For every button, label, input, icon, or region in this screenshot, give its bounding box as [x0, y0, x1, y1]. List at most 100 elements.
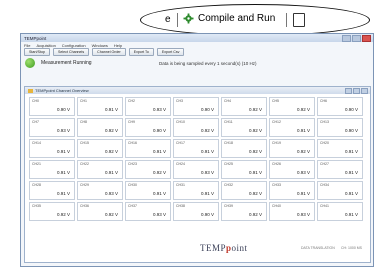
prev-item-text: e: [165, 14, 171, 25]
channel-cell: CH18 0.92 V: [221, 139, 267, 158]
channel-value: 0.92 V: [296, 107, 310, 112]
channel-cell: CH20 0.91 V: [317, 139, 363, 158]
channel-label: CH16: [128, 141, 137, 145]
channel-label: CH9: [128, 120, 136, 124]
channel-cell: CH7 0.93 V: [29, 118, 75, 137]
compile-run-label: Compile and Run: [198, 13, 276, 24]
channel-value: 0.93 V: [296, 212, 310, 217]
maximize-button[interactable]: [352, 34, 361, 42]
menu-configuration[interactable]: Configuration: [62, 43, 86, 48]
channel-label: CH24: [176, 162, 185, 166]
channel-label: CH36: [80, 204, 89, 208]
channel-label: CH21: [32, 162, 41, 166]
menu-help[interactable]: Help: [114, 43, 122, 48]
channel-value: 0.91 V: [104, 107, 118, 112]
channel-value: 0.92 V: [200, 128, 214, 133]
start-stop-button[interactable]: Start/Stop: [24, 48, 50, 56]
channel-label: CH35: [32, 204, 41, 208]
channel-cell: CH28 0.91 V: [29, 181, 75, 200]
separator: [177, 13, 178, 27]
channel-label: CH23: [128, 162, 137, 166]
channel-label: CH20: [320, 141, 329, 145]
channel-value: 0.91 V: [344, 170, 358, 175]
channel-cell: CH33 0.91 V: [269, 181, 315, 200]
channel-label: CH37: [128, 204, 137, 208]
channel-cell: CH3 0.90 V: [173, 97, 219, 116]
channel-label: CH15: [80, 141, 89, 145]
channel-value: 0.91 V: [344, 191, 358, 196]
minimize-button[interactable]: [342, 34, 351, 42]
app-window: TEMPpoint File Acquisition Configuration…: [20, 33, 374, 267]
channel-cell: CH9 0.90 V: [125, 118, 171, 137]
channel-label: CH34: [320, 183, 329, 187]
channel-cell: CH41 0.91 V: [317, 202, 363, 221]
title-bar: TEMPpoint: [21, 34, 373, 42]
channel-cell: CH12 0.91 V: [269, 118, 315, 137]
export-csv-button[interactable]: Export Csv: [156, 48, 185, 56]
channel-label: CH40: [272, 204, 281, 208]
channel-label: CH8: [80, 120, 88, 124]
channel-panel: TEMPpoint Channel Overview CH0 0.90 V CH1 0…: [24, 86, 371, 263]
channel-value: 0.90 V: [200, 212, 214, 217]
channel-cell: CH21 0.91 V: [29, 160, 75, 179]
channel-cell: CH10 0.92 V: [173, 118, 219, 137]
channel-value: 0.92 V: [248, 128, 262, 133]
channel-cell: CH19 0.92 V: [269, 139, 315, 158]
panel-header: TEMPpoint Channel Overview: [25, 87, 370, 94]
toolbar: Start/Stop Select Channels Channel Order…: [21, 48, 373, 56]
channel-label: CH0: [32, 99, 40, 103]
channel-cell: CH38 0.90 V: [173, 202, 219, 221]
channel-value: 0.92 V: [104, 128, 118, 133]
channel-label: CH12: [272, 120, 281, 124]
channel-label: CH4: [224, 99, 232, 103]
channel-cell: CH23 0.92 V: [125, 160, 171, 179]
channel-value: 0.91 V: [152, 149, 166, 154]
close-button[interactable]: [362, 34, 371, 42]
channel-label: CH13: [320, 120, 329, 124]
channel-value: 0.93 V: [152, 107, 166, 112]
channel-value: 0.92 V: [296, 149, 310, 154]
channel-cell: CH6 0.90 V: [317, 97, 363, 116]
select-channels-button[interactable]: Select Channels: [52, 48, 90, 56]
channel-value: 0.91 V: [152, 191, 166, 196]
channel-value: 0.90 V: [344, 128, 358, 133]
compile-run-button[interactable]: Compile and Run: [183, 13, 275, 24]
export-to-button[interactable]: Export To: [128, 48, 154, 56]
channel-value: 0.92 V: [248, 149, 262, 154]
channel-cell: CH29 0.93 V: [77, 181, 123, 200]
channel-cell: CH34 0.91 V: [317, 181, 363, 200]
channel-value: 0.90 V: [200, 107, 214, 112]
channel-cell: CH40 0.93 V: [269, 202, 315, 221]
channel-label: CH38: [176, 204, 185, 208]
menu-acquisition[interactable]: Acquisition: [36, 43, 55, 48]
channel-value: 0.92 V: [56, 212, 70, 217]
channel-label: CH2: [128, 99, 136, 103]
channel-label: CH32: [224, 183, 233, 187]
channel-label: CH41: [320, 204, 329, 208]
panel-maximize-button[interactable]: [353, 87, 360, 94]
channel-cell: CH26 0.93 V: [269, 160, 315, 179]
channel-value: 0.90 V: [152, 128, 166, 133]
channel-cell: CH11 0.92 V: [221, 118, 267, 137]
channel-label: CH11: [224, 120, 233, 124]
channel-label: CH3: [176, 99, 184, 103]
channel-cell: CH25 0.91 V: [221, 160, 267, 179]
channel-order-button[interactable]: Channel Order: [92, 48, 126, 56]
channel-label: CH22: [80, 162, 89, 166]
menu-file[interactable]: File: [24, 43, 30, 48]
menu-windows[interactable]: Windows: [92, 43, 108, 48]
panel-close-button[interactable]: [361, 87, 368, 94]
channel-label: CH33: [272, 183, 281, 187]
toolbar-callout: e Compile and Run: [140, 4, 370, 36]
channel-value: 0.91 V: [200, 149, 214, 154]
channel-value: 0.91 V: [200, 191, 214, 196]
channel-value: 0.92 V: [152, 170, 166, 175]
document-icon[interactable]: [293, 13, 305, 27]
channel-label: CH5: [272, 99, 280, 103]
channel-cell: CH4 0.92 V: [221, 97, 267, 116]
channel-cell: CH13 0.90 V: [317, 118, 363, 137]
channel-cell: CH39 0.92 V: [221, 202, 267, 221]
channel-value: 0.91 V: [56, 191, 70, 196]
panel-minimize-button[interactable]: [345, 87, 352, 94]
channel-cell: CH16 0.91 V: [125, 139, 171, 158]
